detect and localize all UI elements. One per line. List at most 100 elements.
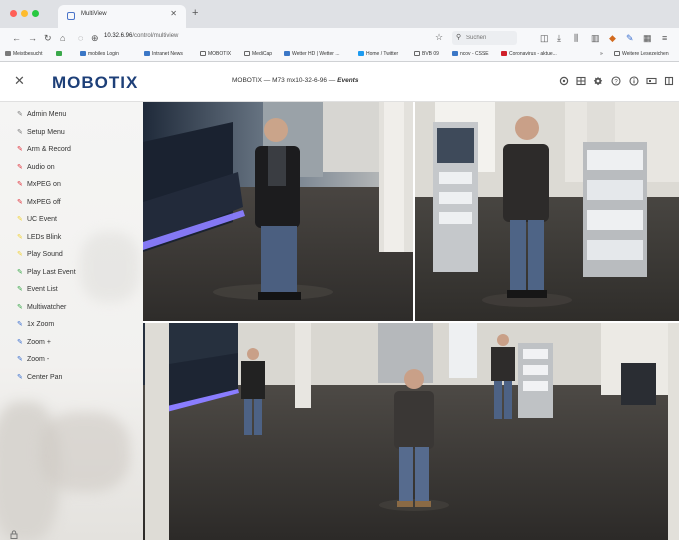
pencil-icon: ✎ bbox=[17, 338, 23, 346]
menu-item-label: LEDs Blink bbox=[27, 233, 62, 241]
menu-item-label: MxPEG off bbox=[27, 198, 61, 206]
page-title-view: Events bbox=[337, 77, 359, 84]
menu-item-multiwatcher[interactable]: ✎ Multiwatcher bbox=[0, 299, 143, 317]
window-zoom-button[interactable] bbox=[32, 10, 39, 17]
events-sidebar: ✎ Admin Menu ✎ Setup Menu ✎ Arm & Record ✎ Audi… bbox=[0, 102, 143, 540]
tab-favicon-icon bbox=[67, 12, 75, 20]
browser-tab[interactable]: MultiView ✕ bbox=[58, 5, 186, 28]
bookmark-item[interactable]: mobiles Login bbox=[80, 51, 119, 57]
address-bar[interactable]: 10.32.6.96/control/multiview bbox=[104, 33, 178, 39]
menu-item-play-sound[interactable]: ✎ Play Sound bbox=[0, 246, 143, 264]
menu-item-zoom[interactable]: ✎ Zoom + bbox=[0, 334, 143, 352]
search-icon: ⚲ bbox=[456, 34, 462, 41]
extension-2-icon[interactable]: ✎ bbox=[626, 32, 634, 44]
back-arrow-icon[interactable]: ← bbox=[12, 32, 21, 44]
pencil-icon: ✎ bbox=[17, 198, 23, 206]
camera-view-3[interactable] bbox=[143, 323, 679, 540]
grid-view-icon[interactable] bbox=[575, 75, 586, 86]
pencil-icon: ✎ bbox=[17, 128, 23, 136]
bookmark-icon bbox=[501, 51, 507, 56]
bookmark-item[interactable]: MediCap bbox=[244, 51, 272, 57]
bookmark-item[interactable]: ncov - CSSE bbox=[452, 51, 489, 57]
menu-item-center-pan[interactable]: ✎ Center Pan bbox=[0, 369, 143, 387]
pocket-icon[interactable]: ◫ bbox=[540, 32, 549, 44]
bookmark-item[interactable]: BVB 09 bbox=[414, 51, 439, 57]
pencil-icon: ✎ bbox=[17, 373, 23, 381]
camera-view-2[interactable] bbox=[415, 102, 679, 321]
hamburger-menu-icon[interactable]: ≡ bbox=[662, 32, 667, 44]
menu-item-mxpeg-on[interactable]: ✎ MxPEG on bbox=[0, 176, 143, 194]
menu-item-label: Play Sound bbox=[27, 251, 63, 259]
camera-view-1[interactable] bbox=[143, 102, 413, 321]
brochure-stand bbox=[583, 142, 647, 277]
fullscreen-icon[interactable] bbox=[663, 75, 674, 86]
reload-icon[interactable]: ↻ bbox=[44, 32, 52, 44]
bookmark-item[interactable]: Meistbesucht bbox=[5, 51, 42, 57]
folder-icon bbox=[200, 51, 206, 56]
brochure-stand bbox=[433, 122, 478, 272]
menu-item-play-last-event[interactable]: ✎ Play Last Event bbox=[0, 264, 143, 282]
menu-item-1x-zoom[interactable]: ✎ 1x Zoom bbox=[0, 316, 143, 334]
bookmark-item[interactable]: MOBOTIX bbox=[200, 51, 231, 57]
mobotix-logo: MOBOTIX bbox=[52, 73, 139, 92]
menu-item-label: Arm & Record bbox=[27, 146, 71, 154]
pencil-icon: ✎ bbox=[17, 268, 23, 276]
forward-arrow-icon[interactable]: → bbox=[28, 32, 37, 44]
search-input[interactable] bbox=[466, 33, 514, 43]
bookmark-item[interactable]: Weitere Lesezeichen bbox=[614, 51, 669, 57]
lock-icon[interactable]: ⊕ bbox=[91, 32, 99, 44]
tab-close-icon[interactable]: ✕ bbox=[170, 9, 177, 18]
bookmark-item[interactable]: Wetter HD | Wetter ... bbox=[284, 51, 340, 57]
download-icon[interactable]: ⤓ bbox=[557, 32, 561, 44]
search-box[interactable]: ⚲ bbox=[452, 31, 517, 45]
folder-icon bbox=[244, 51, 250, 56]
menu-item-admin-menu[interactable]: ✎ Admin Menu bbox=[0, 106, 143, 124]
shield-icon[interactable]: ◌ bbox=[78, 32, 83, 44]
menu-item-label: Multiwatcher bbox=[27, 303, 67, 311]
window-close-button[interactable] bbox=[10, 10, 17, 17]
config-icon[interactable] bbox=[592, 75, 603, 86]
menu-item-mxpeg-off[interactable]: ✎ MxPEG off bbox=[0, 194, 143, 212]
window-minimize-button[interactable] bbox=[21, 10, 28, 17]
close-menu-icon[interactable]: ✕ bbox=[14, 73, 25, 89]
menu-item-arm-record[interactable]: ✎ Arm & Record bbox=[0, 141, 143, 159]
menu-item-label: Event List bbox=[27, 286, 58, 294]
bookmark-item[interactable]: Intranet News bbox=[144, 51, 183, 57]
sidebar-toggle-icon[interactable]: ▥ bbox=[591, 32, 600, 44]
bookmark-label: BVB 09 bbox=[422, 51, 439, 57]
bookmark-icon bbox=[5, 51, 11, 56]
bookmark-item[interactable]: Home / Twitter bbox=[358, 51, 398, 57]
extensions-menu-icon[interactable]: ▦ bbox=[643, 32, 652, 44]
menu-item-label: Setup Menu bbox=[27, 128, 65, 136]
display-mode-icon[interactable] bbox=[646, 75, 657, 86]
bookmark-icon bbox=[144, 51, 150, 56]
bookmarks-overflow-icon[interactable]: » bbox=[600, 51, 603, 57]
bookmark-item[interactable]: Coronavirus - aktue... bbox=[501, 51, 557, 57]
menu-item-zoom[interactable]: ✎ Zoom - bbox=[0, 351, 143, 369]
menu-item-uc-event[interactable]: ✎ UC Event bbox=[0, 211, 143, 229]
app-header: ✕ MOBOTIX MOBOTIX — M73 mx10-32-6-96 — E… bbox=[0, 62, 679, 102]
bookmark-label: Coronavirus - aktue... bbox=[509, 51, 557, 57]
menu-item-setup-menu[interactable]: ✎ Setup Menu bbox=[0, 124, 143, 142]
info-icon[interactable] bbox=[628, 75, 639, 86]
browser-titlebar: MultiView ✕ + bbox=[0, 0, 679, 28]
bookmark-icon bbox=[284, 51, 290, 56]
bookmark-label: Meistbesucht bbox=[13, 51, 43, 57]
menu-item-leds-blink[interactable]: ✎ LEDs Blink bbox=[0, 229, 143, 247]
pencil-icon: ✎ bbox=[17, 163, 23, 171]
home-icon[interactable]: ⌂ bbox=[60, 32, 65, 44]
bookmark-label: MOBOTIX bbox=[208, 51, 232, 57]
bookmark-icon bbox=[452, 51, 458, 56]
bookmark-label: ncov - CSSE bbox=[460, 51, 489, 57]
menu-item-label: Play Last Event bbox=[27, 268, 76, 276]
settings-gear-icon[interactable] bbox=[558, 75, 569, 86]
new-tab-icon[interactable]: + bbox=[192, 7, 198, 19]
lock-icon[interactable] bbox=[10, 530, 18, 540]
menu-item-event-list[interactable]: ✎ Event List bbox=[0, 281, 143, 299]
extension-icon[interactable]: ◆ bbox=[609, 32, 616, 44]
camera-image-showroom bbox=[415, 102, 679, 321]
menu-item-audio-on[interactable]: ✎ Audio on bbox=[0, 159, 143, 177]
bookmark-star-icon[interactable]: ☆ bbox=[435, 32, 443, 43]
help-icon[interactable]: ? bbox=[610, 75, 621, 86]
library-icon[interactable]: ⫼ bbox=[574, 32, 578, 44]
